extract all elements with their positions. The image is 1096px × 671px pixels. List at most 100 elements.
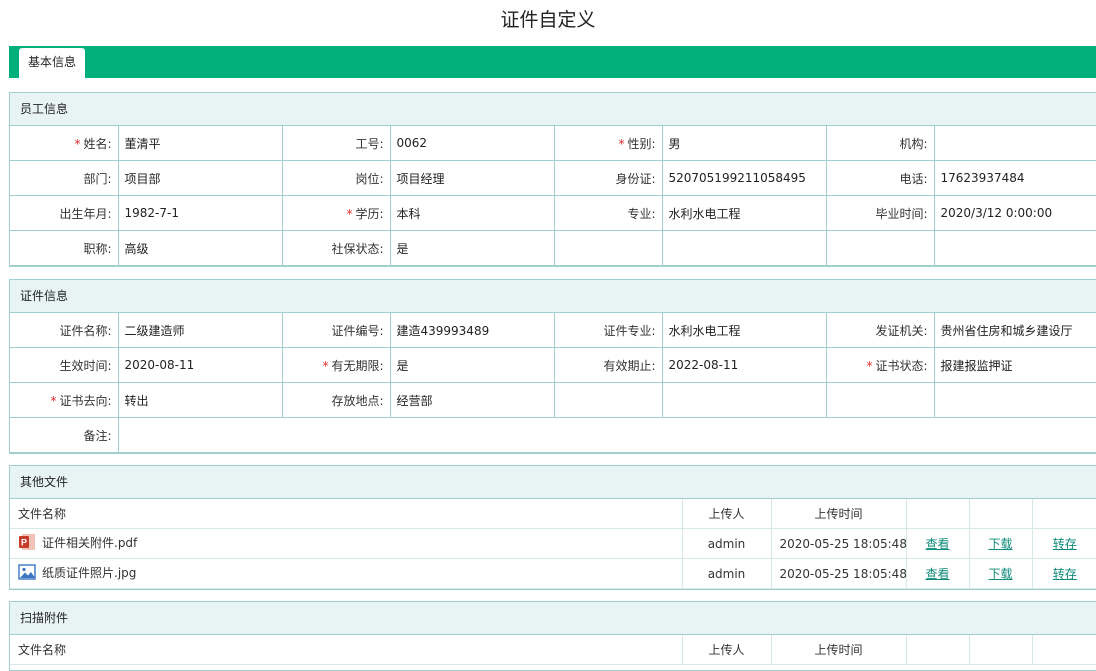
form-row: 职称: 高级 社保状态: 是 <box>10 230 1096 266</box>
field-label: * 姓名: <box>10 126 119 161</box>
field-label-text: 姓名: <box>83 136 112 151</box>
column-header-empty <box>968 635 1032 665</box>
form-row: * 证书去向: 转出 存放地点: 经营部 <box>10 382 1096 418</box>
view-link-cell: 查看 <box>905 558 969 589</box>
file-table-header: 文件名称 上传人 上传时间 <box>10 635 1096 665</box>
field-value: 水利水电工程 <box>661 195 827 231</box>
field-value: 项目经理 <box>389 160 555 196</box>
column-header-empty <box>1031 499 1096 529</box>
transfer-link-cell: 转存 <box>1031 528 1096 559</box>
remark-value <box>117 417 1096 453</box>
tab-bar: 基本信息 <box>9 46 1096 78</box>
field-label <box>825 230 935 266</box>
field-value: 是 <box>389 230 555 266</box>
file-name-cell: P 证件相关附件.pdf <box>10 528 682 559</box>
field-label: 机构: <box>825 126 935 161</box>
table-row: P 证件相关附件.pdf admin 2020-05-25 18:05:48 查看 下载 转… <box>10 528 1096 559</box>
form-row: 出生年月: 1982-7-1 * 学历: 本科 专业: 水利水电工程 毕业时间: 2020/3/… <box>10 195 1096 231</box>
column-header-empty <box>905 635 969 665</box>
field-label: 生效时间: <box>10 347 119 383</box>
file-name: 证件相关附件.pdf <box>42 536 138 550</box>
column-header-empty <box>968 499 1032 529</box>
field-value: 17623937484 <box>933 160 1096 196</box>
file-upload-time: 2020-05-25 18:05:48 <box>770 558 906 589</box>
field-label: 证件专业: <box>553 313 663 348</box>
field-label: 职称: <box>10 230 119 266</box>
image-file-icon <box>18 563 36 584</box>
field-label-text: 出生年月: <box>59 206 112 221</box>
field-value: 水利水电工程 <box>661 313 827 348</box>
pdf-file-icon: P <box>18 533 36 554</box>
field-label: 专业: <box>553 195 663 231</box>
field-value: 2022-08-11 <box>661 347 827 383</box>
field-label: 存放地点: <box>281 382 391 418</box>
field-label-text: 存放地点: <box>331 393 384 408</box>
transfer-link[interactable]: 转存 <box>1053 537 1077 551</box>
remark-row: 备注: <box>10 417 1096 453</box>
field-label: 电话: <box>825 160 935 196</box>
field-label-text: 专业: <box>627 206 656 221</box>
column-header-upload-time: 上传时间 <box>770 499 906 529</box>
form-row: 生效时间: 2020-08-11 * 有无期限: 是有效期止: 2022-08-11 * 证书… <box>10 347 1096 383</box>
download-link[interactable]: 下载 <box>988 567 1012 581</box>
field-label: 发证机关: <box>825 313 935 348</box>
other-files-section: 其他文件 文件名称 上传人 上传时间 P 证件相关附件.pdf admin 2020-… <box>9 465 1096 590</box>
file-uploader: admin <box>681 558 771 589</box>
transfer-link[interactable]: 转存 <box>1053 567 1077 581</box>
field-label-text: 毕业时间: <box>875 206 928 221</box>
remark-label: 备注: <box>10 417 119 453</box>
file-upload-time: 2020-05-25 18:05:48 <box>770 528 906 559</box>
field-value: 2020-08-11 <box>117 347 283 383</box>
required-asterisk: * <box>322 358 329 373</box>
download-link-cell: 下载 <box>968 558 1032 589</box>
field-value: 贵州省住房和城乡建设厅 <box>933 313 1096 348</box>
field-label-text: 工号: <box>355 136 384 151</box>
field-label-text: 部门: <box>83 171 112 186</box>
table-row: 纸质证件照片.jpg admin 2020-05-25 18:05:48 查看 下载 转存 <box>10 558 1096 589</box>
file-name-cell: 纸质证件照片.jpg <box>10 558 682 589</box>
field-value <box>933 382 1096 418</box>
form-row: 部门: 项目部 岗位: 项目经理 身份证: 520705199211058495 电话: 17… <box>10 160 1096 196</box>
svg-text:P: P <box>21 538 27 548</box>
certificate-info-table: 证件名称: 二级建造师 证件编号: 建造439993489 证件专业: 水利水电工程 发证机… <box>10 313 1096 453</box>
field-label <box>553 230 663 266</box>
field-label: 出生年月: <box>10 195 119 231</box>
field-label: * 证书去向: <box>10 382 119 418</box>
field-value <box>661 230 827 266</box>
field-label-text: 证件专业: <box>603 323 656 338</box>
field-value: 转出 <box>117 382 283 418</box>
required-asterisk: * <box>346 206 353 221</box>
download-link[interactable]: 下载 <box>988 537 1012 551</box>
field-label: 身份证: <box>553 160 663 196</box>
field-value: 1982-7-1 <box>117 195 283 231</box>
column-header-uploader: 上传人 <box>681 635 771 665</box>
form-row: * 姓名: 董清平 工号: 0062 * 性别: 男机构: <box>10 126 1096 161</box>
employee-info-section: 员工信息 * 姓名: 董清平 工号: 0062 * 性别: 男机构: 部门: 项目部 岗位: 项目经理… <box>9 92 1096 267</box>
field-label-text: 职称: <box>83 241 112 256</box>
field-value: 经营部 <box>389 382 555 418</box>
column-header-upload-time: 上传时间 <box>770 635 906 665</box>
field-label-text: 电话: <box>899 171 928 186</box>
field-label-text: 证书去向: <box>59 393 112 408</box>
required-asterisk: * <box>50 393 57 408</box>
column-header-file-name: 文件名称 <box>10 635 682 665</box>
field-label-text: 机构: <box>899 136 928 151</box>
field-label: * 证书状态: <box>825 347 935 383</box>
field-value: 0062 <box>389 126 555 161</box>
file-name: 纸质证件照片.jpg <box>42 566 137 580</box>
page-title: 证件自定义 <box>500 9 596 31</box>
view-link[interactable]: 查看 <box>925 537 949 551</box>
tab-basic-info[interactable]: 基本信息 <box>19 48 86 78</box>
field-label: 岗位: <box>281 160 391 196</box>
field-value: 2020/3/12 0:00:00 <box>933 195 1096 231</box>
view-link[interactable]: 查看 <box>925 567 949 581</box>
field-label <box>553 382 663 418</box>
field-label-text: 有效期止: <box>603 358 656 373</box>
field-label: 毕业时间: <box>825 195 935 231</box>
field-value: 项目部 <box>117 160 283 196</box>
column-header-empty <box>1031 635 1096 665</box>
field-label: * 学历: <box>281 195 391 231</box>
field-value: 董清平 <box>117 126 283 161</box>
transfer-link-cell: 转存 <box>1031 558 1096 589</box>
other-files-table: 文件名称 上传人 上传时间 P 证件相关附件.pdf admin 2020-05-25… <box>10 499 1096 589</box>
